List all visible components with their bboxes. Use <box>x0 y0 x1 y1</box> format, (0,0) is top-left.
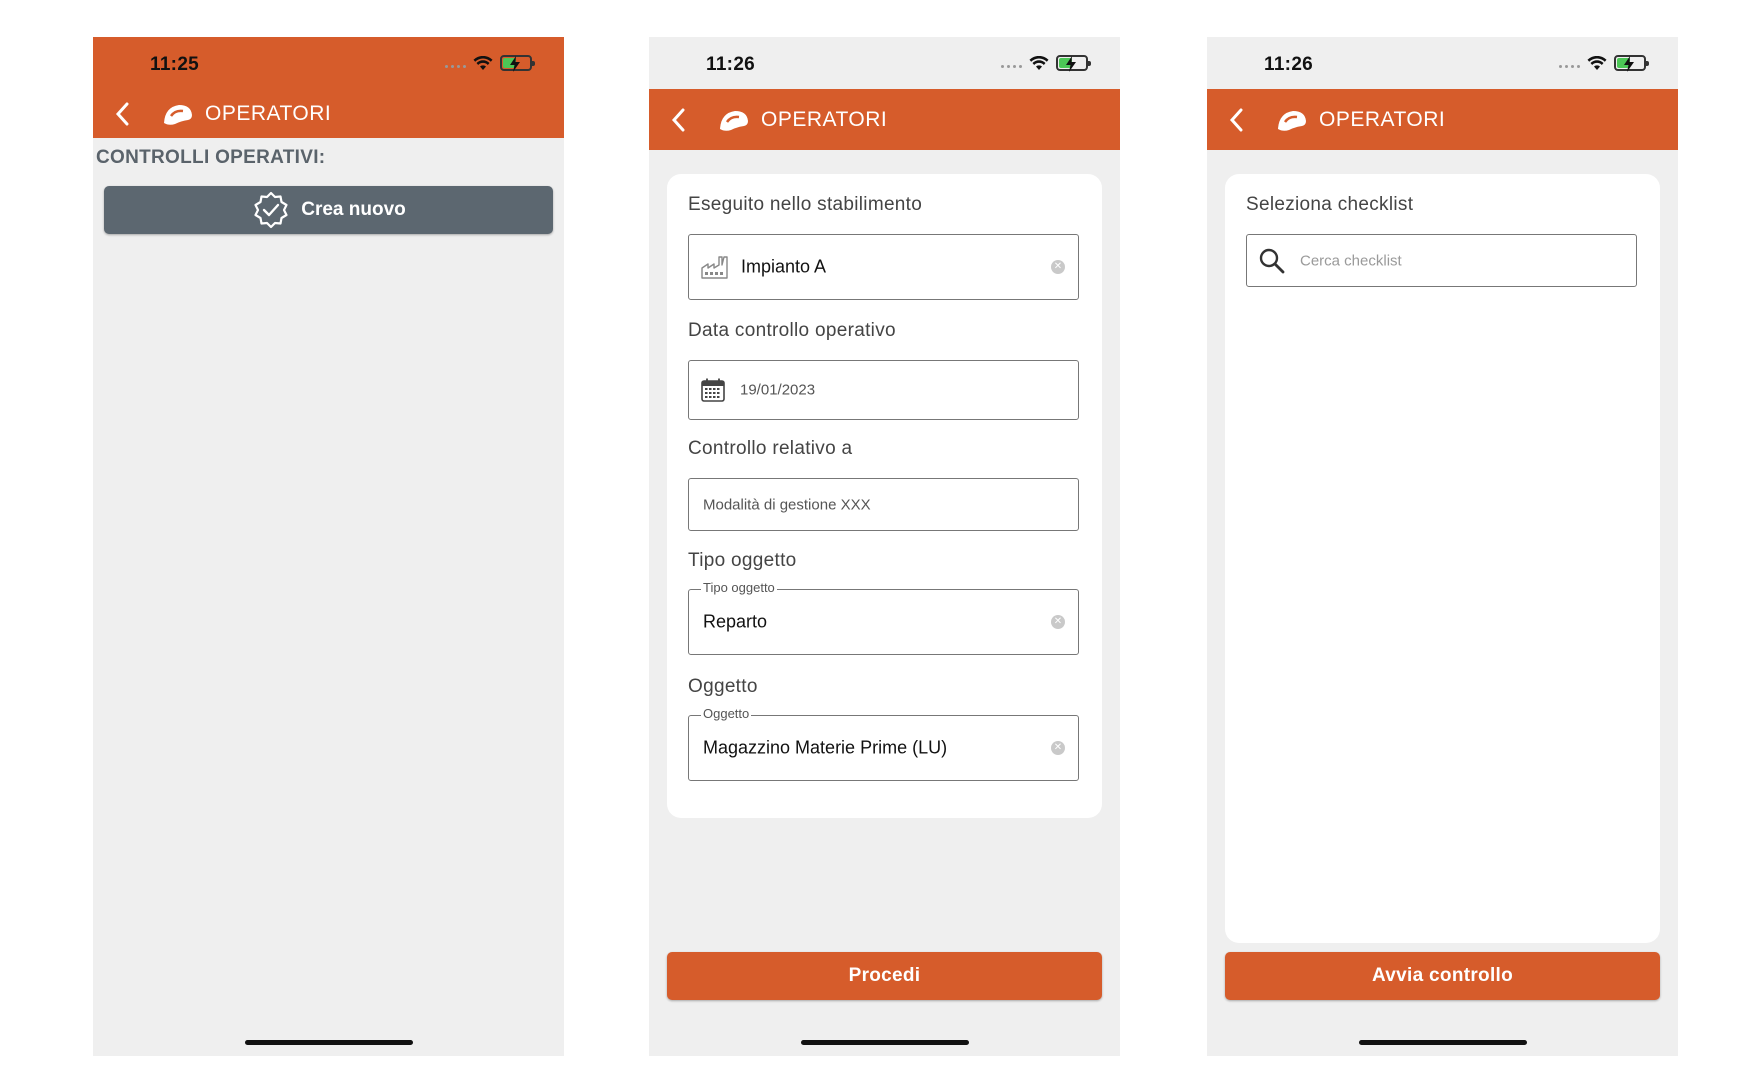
battery-icon <box>1614 55 1649 72</box>
checklist-label: Seleziona checklist <box>1246 194 1414 215</box>
battery-icon <box>500 55 535 72</box>
screen-controlli-list: 11:25 OPERATORI CONTROLLI OPERATIVI: Cre… <box>93 37 564 1056</box>
object-select[interactable]: Oggetto Magazzino Materie Prime (LU) ✕ <box>688 706 1079 781</box>
status-time: 11:26 <box>1264 54 1314 75</box>
proceed-button[interactable]: Procedi <box>667 952 1102 1000</box>
battery-icon <box>1056 55 1091 72</box>
date-label: Data controllo operativo <box>688 320 896 341</box>
signal-icon <box>1559 64 1580 68</box>
relative-to-value: Modalità di gestione XXX <box>703 496 871 513</box>
form-card: Eseguito nello stabilimento Impianto A ✕… <box>667 174 1102 818</box>
signal-icon <box>1001 64 1022 68</box>
wifi-icon <box>1587 55 1607 70</box>
helmet-logo-icon <box>1278 110 1306 131</box>
status-time: 11:26 <box>706 54 756 75</box>
date-field[interactable]: 19/01/2023 <box>688 360 1079 420</box>
factory-icon <box>701 256 728 279</box>
search-placeholder: Cerca checklist <box>1300 252 1402 269</box>
checklist-search[interactable]: Cerca checklist <box>1246 234 1637 287</box>
start-control-button[interactable]: Avvia controllo <box>1225 952 1660 1000</box>
wifi-icon <box>473 55 493 70</box>
create-new-button[interactable]: Crea nuovo <box>104 186 553 234</box>
back-chevron-icon[interactable] <box>1229 108 1243 132</box>
object-legend: Oggetto <box>701 706 752 721</box>
calendar-icon <box>701 378 725 402</box>
home-indicator <box>1359 1040 1527 1045</box>
helmet-logo-icon <box>720 110 748 131</box>
object-label: Oggetto <box>688 676 758 697</box>
verified-badge-icon <box>254 191 288 229</box>
signal-icon <box>445 64 466 68</box>
relative-to-label: Controllo relativo a <box>688 438 853 459</box>
app-header: OPERATORI <box>93 89 564 138</box>
object-type-select[interactable]: Tipo oggetto Reparto ✕ <box>688 580 1079 655</box>
checklist-card: Seleziona checklist Cerca checklist <box>1225 174 1660 943</box>
create-new-label: Crea nuovo <box>301 199 406 220</box>
plant-label: Eseguito nello stabilimento <box>688 194 923 215</box>
header-title: OPERATORI <box>205 101 332 125</box>
app-header: OPERATORI <box>1207 89 1678 150</box>
app-header: OPERATORI <box>649 89 1120 150</box>
object-type-label: Tipo oggetto <box>688 550 797 571</box>
back-chevron-icon[interactable] <box>671 108 685 132</box>
clear-icon[interactable]: ✕ <box>1051 741 1065 755</box>
screen-select-checklist: 11:26 OPERATORI Seleziona checklist Cerc… <box>1207 37 1678 1056</box>
clear-icon[interactable]: ✕ <box>1051 260 1065 274</box>
object-type-value: Reparto <box>703 611 768 632</box>
back-chevron-icon[interactable] <box>115 102 129 126</box>
status-bar: 11:26 <box>1207 37 1678 89</box>
helmet-logo-icon <box>164 104 192 125</box>
section-label: CONTROLLI OPERATIVI: <box>96 147 326 168</box>
header-title: OPERATORI <box>761 107 888 131</box>
status-bar: 11:25 <box>93 37 564 89</box>
plant-value: Impianto A <box>741 256 827 277</box>
wifi-icon <box>1029 55 1049 70</box>
status-bar: 11:26 <box>649 37 1120 89</box>
plant-select[interactable]: Impianto A ✕ <box>688 234 1079 300</box>
object-type-legend: Tipo oggetto <box>701 580 777 595</box>
clear-icon[interactable]: ✕ <box>1051 615 1065 629</box>
search-icon <box>1259 248 1285 273</box>
date-value: 19/01/2023 <box>740 381 816 399</box>
home-indicator <box>245 1040 413 1045</box>
header-title: OPERATORI <box>1319 107 1446 131</box>
relative-to-field[interactable]: Modalità di gestione XXX <box>688 478 1079 531</box>
home-indicator <box>801 1040 969 1045</box>
object-value: Magazzino Materie Prime (LU) <box>703 737 948 758</box>
status-time: 11:25 <box>150 54 200 75</box>
screen-new-control-form: 11:26 OPERATORI Eseguito nello stabilime… <box>649 37 1120 1056</box>
